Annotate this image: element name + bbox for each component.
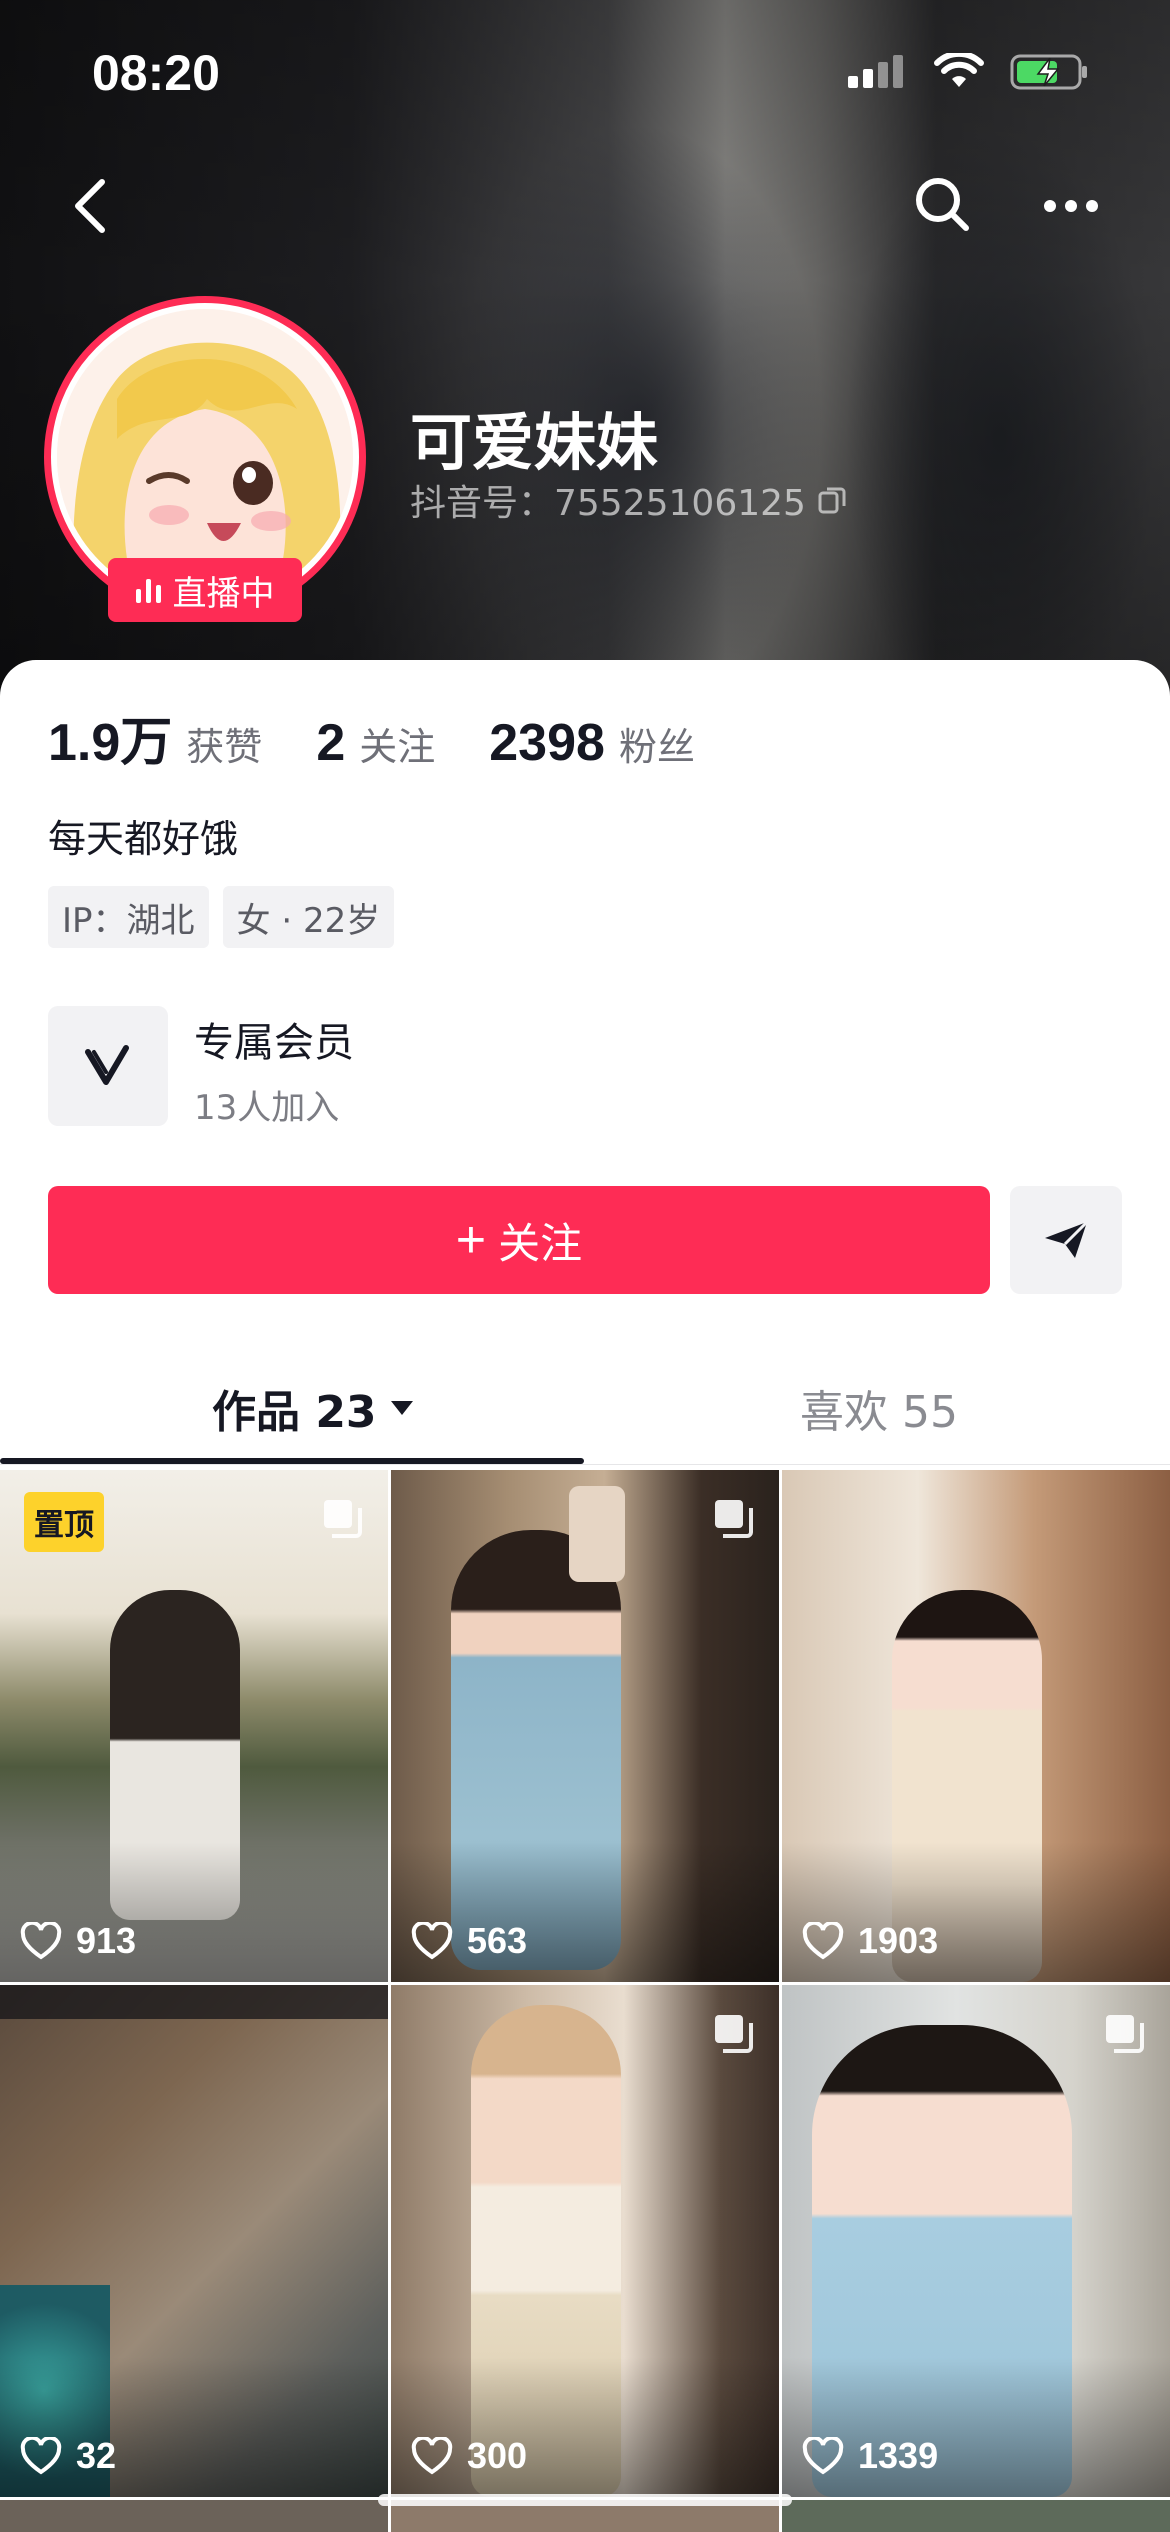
video-thumbnail[interactable]: 32 bbox=[0, 1985, 388, 2497]
membership-v-icon bbox=[85, 1045, 129, 1085]
video-likes: 1339 bbox=[802, 2435, 938, 2477]
stat-label: 获赞 bbox=[186, 725, 263, 769]
tab-divider bbox=[0, 1464, 1170, 1465]
content-tabs: 作品 23 喜欢 55 bbox=[0, 1346, 1170, 1470]
douyin-id-text: 抖音号：75525106125 bbox=[410, 483, 806, 524]
likes-count: 1903 bbox=[858, 1920, 939, 1961]
multi-image-icon bbox=[324, 1500, 362, 1538]
membership-icon-button[interactable] bbox=[48, 1006, 168, 1126]
video-likes: 32 bbox=[20, 2435, 116, 2477]
home-indicator[interactable] bbox=[378, 2494, 792, 2506]
live-bars-icon bbox=[135, 577, 161, 603]
plus-icon: + bbox=[455, 1211, 487, 1269]
likes-count: 1339 bbox=[858, 2435, 939, 2476]
likes-count: 913 bbox=[76, 1920, 137, 1961]
search-icon bbox=[916, 178, 969, 231]
stat-value: 2 bbox=[316, 714, 346, 772]
wifi-icon bbox=[934, 53, 984, 87]
likes-count: 563 bbox=[467, 1920, 528, 1961]
follow-button-label: 关注 bbox=[498, 1219, 583, 1267]
heart-icon bbox=[411, 1922, 453, 1960]
video-likes: 563 bbox=[411, 1920, 527, 1962]
stat-value: 2398 bbox=[489, 714, 605, 772]
multi-image-icon bbox=[715, 1500, 753, 1538]
live-badge[interactable]: 直播中 bbox=[108, 558, 302, 622]
gender-age-tag: 女 · 22岁 bbox=[222, 886, 395, 948]
stats-row: 1.9万 获赞 2 关注 2398 粉丝 bbox=[48, 700, 749, 775]
video-thumbnail[interactable] bbox=[0, 2500, 388, 2532]
tab-likes[interactable]: 喜欢 55 bbox=[800, 1376, 958, 1440]
caret-down-icon bbox=[390, 1401, 413, 1415]
send-plane-icon bbox=[1045, 1220, 1089, 1258]
battery-charging-icon bbox=[1010, 54, 1087, 90]
live-badge-label: 直播中 bbox=[172, 573, 275, 614]
stat-followers[interactable]: 2398 粉丝 bbox=[489, 713, 695, 773]
stat-following[interactable]: 2 关注 bbox=[316, 713, 435, 773]
membership-subtitle: 13人加入 bbox=[194, 1088, 340, 1128]
video-thumbnail[interactable] bbox=[782, 2500, 1170, 2532]
cellular-signal-icon bbox=[848, 55, 903, 88]
heart-icon bbox=[411, 2437, 453, 2475]
game-hud-bar bbox=[0, 1985, 388, 2019]
thumbnail-phone bbox=[569, 1486, 625, 1582]
video-thumbnail[interactable]: 563 bbox=[391, 1470, 779, 1982]
more-dots-icon bbox=[1044, 200, 1098, 212]
chevron-left-icon bbox=[75, 179, 105, 233]
search-button[interactable] bbox=[908, 170, 978, 240]
multi-image-icon bbox=[715, 2015, 753, 2053]
likes-count: 32 bbox=[76, 2435, 117, 2476]
profile-tags: IP：湖北 女 · 22岁 bbox=[48, 886, 395, 948]
pinned-badge: 置顶 bbox=[24, 1492, 104, 1552]
video-likes: 1903 bbox=[802, 1920, 938, 1962]
stat-likes[interactable]: 1.9万 获赞 bbox=[48, 700, 262, 775]
stat-label: 关注 bbox=[359, 725, 436, 769]
multi-image-icon bbox=[1106, 2015, 1144, 2053]
membership-title[interactable]: 专属会员 bbox=[194, 1010, 354, 1068]
bio-text: 每天都好饿 bbox=[48, 817, 239, 861]
copy-icon bbox=[818, 487, 846, 514]
nickname: 可爱妹妹 bbox=[410, 406, 659, 479]
heart-icon bbox=[802, 1922, 844, 1960]
video-thumbnail[interactable]: 300 bbox=[391, 1985, 779, 2497]
status-icons bbox=[846, 52, 1090, 92]
back-button[interactable] bbox=[62, 170, 122, 242]
tab-works-label: 作品 23 bbox=[212, 1387, 377, 1438]
follow-button[interactable]: + 关注 bbox=[48, 1186, 990, 1294]
tab-likes-label: 喜欢 55 bbox=[800, 1387, 958, 1438]
video-thumbnail[interactable]: 1903 bbox=[782, 1470, 1170, 1982]
stat-label: 粉丝 bbox=[618, 725, 695, 769]
video-likes: 913 bbox=[20, 1920, 136, 1962]
more-options-button[interactable] bbox=[1036, 178, 1106, 234]
message-button[interactable] bbox=[1010, 1186, 1122, 1294]
heart-icon bbox=[20, 2437, 62, 2475]
video-thumbnail[interactable]: 置顶 913 bbox=[0, 1470, 388, 1982]
status-time: 08:20 bbox=[92, 45, 220, 101]
ip-location-tag: IP：湖北 bbox=[48, 886, 209, 948]
stat-value: 1.9万 bbox=[48, 714, 173, 772]
heart-icon bbox=[20, 1922, 62, 1960]
heart-icon bbox=[802, 2437, 844, 2475]
tab-works[interactable]: 作品 23 bbox=[212, 1376, 415, 1440]
video-likes: 300 bbox=[411, 2435, 527, 2477]
video-thumbnail[interactable]: 1339 bbox=[782, 1985, 1170, 2497]
likes-count: 300 bbox=[467, 2435, 528, 2476]
douyin-id[interactable]: 抖音号：75525106125 bbox=[410, 474, 848, 526]
